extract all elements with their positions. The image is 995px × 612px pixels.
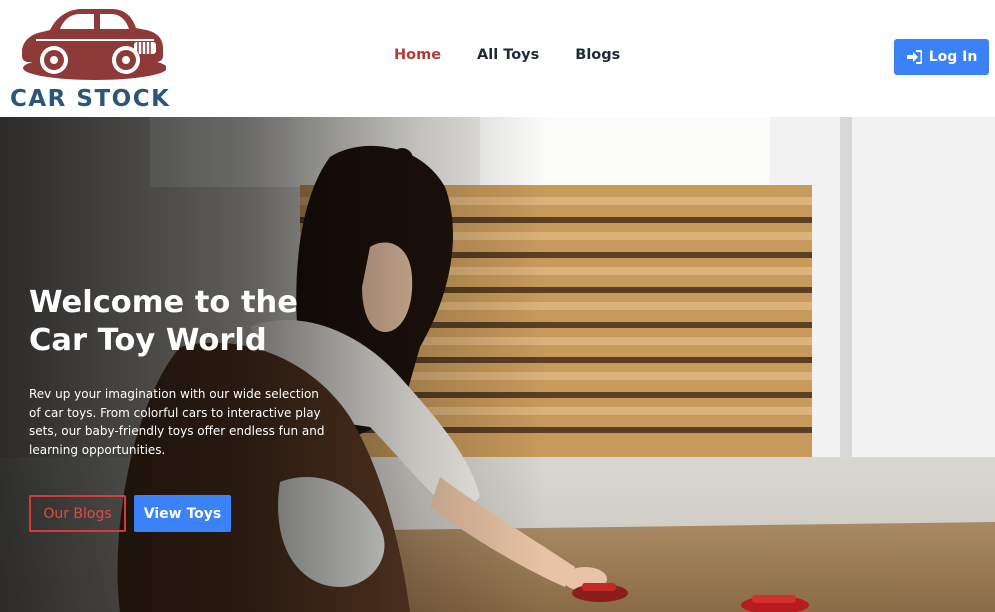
nav-item-home[interactable]: Home	[394, 47, 441, 63]
our-blogs-button[interactable]: Our Blogs	[29, 495, 126, 532]
view-toys-button[interactable]: View Toys	[134, 495, 231, 532]
brand-name: CAR STOCK	[10, 86, 171, 112]
login-label: Log In	[928, 49, 978, 65]
hero-banner: Welcome to the Car Toy World Rev up your…	[0, 117, 995, 612]
main-nav: Home All Toys Blogs	[394, 47, 656, 63]
nav-item-blogs[interactable]: Blogs	[575, 47, 620, 63]
hero-title: Welcome to the Car Toy World	[29, 285, 298, 358]
site-header: CAR STOCK Home All Toys Blogs Log In	[0, 0, 995, 117]
hero-overlay	[0, 117, 995, 612]
vintage-car-icon	[22, 9, 166, 80]
brand-logo[interactable]: CAR STOCK	[8, 4, 170, 112]
hero-description: Rev up your imagination with our wide se…	[29, 387, 325, 457]
login-button[interactable]: Log In	[894, 39, 989, 75]
sign-in-icon	[906, 50, 922, 64]
nav-item-all-toys[interactable]: All Toys	[477, 47, 539, 63]
